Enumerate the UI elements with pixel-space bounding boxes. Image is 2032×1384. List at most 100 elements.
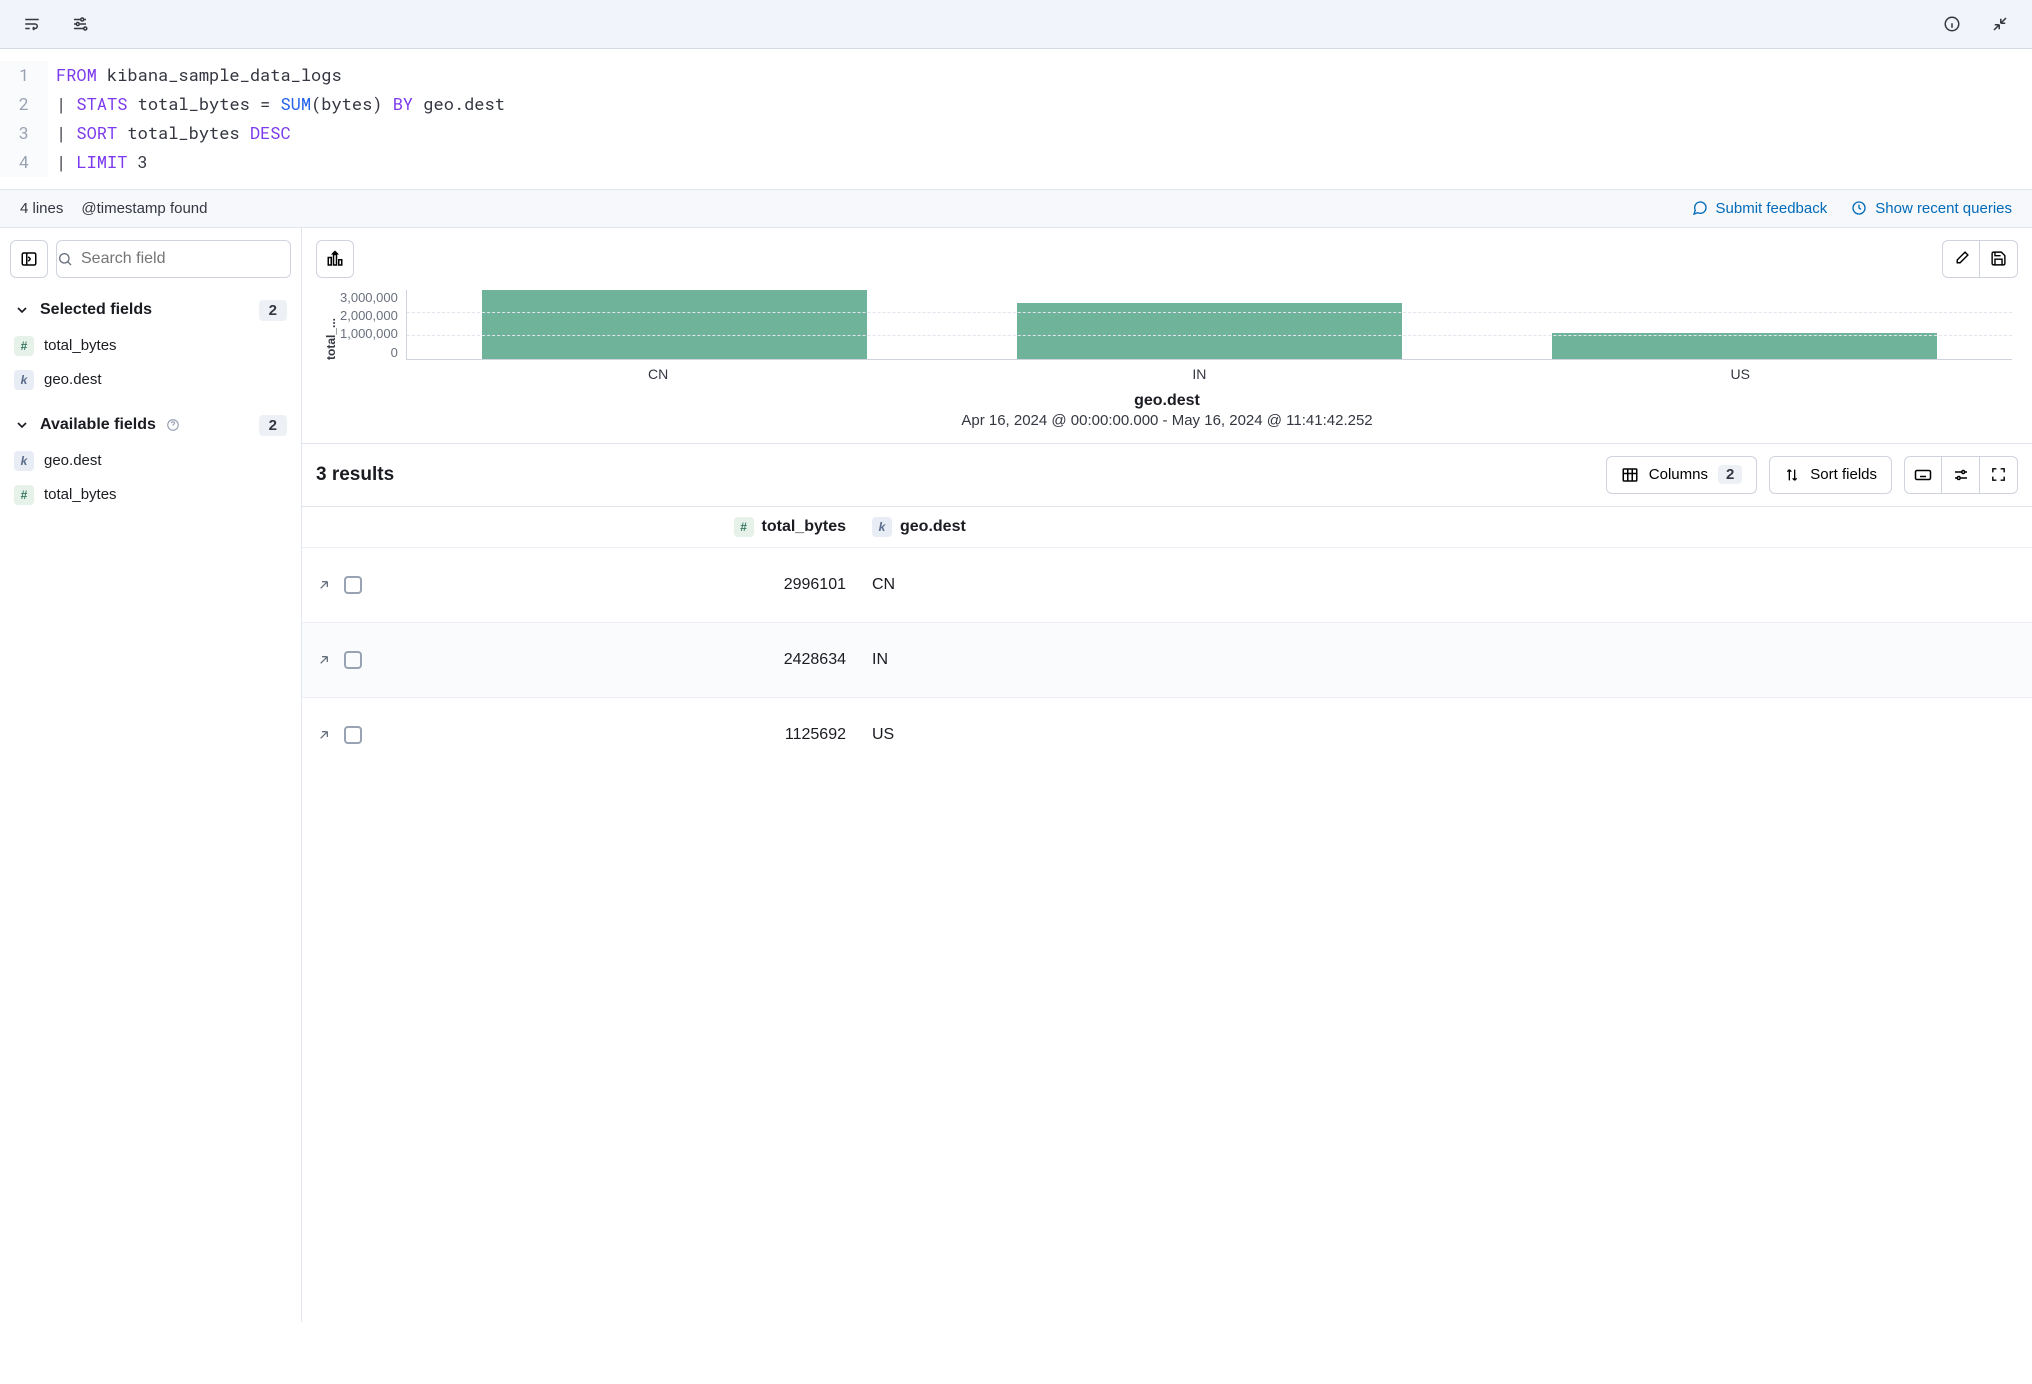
code-content: | LIMIT 3 [48,148,148,177]
sliders-icon [71,15,89,33]
field-item[interactable]: k geo.dest [10,444,291,478]
timestamp-status: @timestamp found [81,200,207,217]
cell-geo-dest: US [866,726,2018,744]
pencil-icon [1953,250,1970,267]
column-header-total-bytes[interactable]: # total_bytes [376,517,866,537]
row-checkbox[interactable] [344,576,362,594]
display-options-button[interactable] [1942,456,1980,494]
chat-icon [1692,200,1708,216]
code-content: | STATS total_bytes = SUM(bytes) BY geo.… [48,90,505,119]
editor-status-bar: 4 lines @timestamp found Submit feedback… [0,190,2032,228]
code-line[interactable]: 2| STATS total_bytes = SUM(bytes) BY geo… [0,90,2032,119]
cell-geo-dest: IN [866,651,2018,669]
field-name: geo.dest [44,452,102,469]
editor-toolbar-left [16,8,96,40]
code-line[interactable]: 4| LIMIT 3 [0,148,2032,177]
chart-bar[interactable] [1552,333,1937,359]
clock-icon [1851,200,1867,216]
columns-button[interactable]: Columns 2 [1606,456,1758,494]
panel-collapse-icon [20,250,38,268]
chart-plot[interactable] [406,290,2012,360]
row-checkbox[interactable] [344,651,362,669]
chevron-down-icon [14,302,30,318]
code-content: | SORT total_bytes DESC [48,119,291,148]
field-item[interactable]: # total_bytes [10,329,291,363]
chevron-down-icon [14,417,30,433]
save-icon [1990,250,2007,267]
save-visualization-button[interactable] [1980,240,2018,278]
info-icon [1943,15,1961,33]
chart-time-range: Apr 16, 2024 @ 00:00:00.000 - May 16, 20… [322,412,2012,439]
table-row: 1125692US [302,697,2032,772]
selected-fields-title: Selected fields [40,301,152,319]
chart-bar[interactable] [1017,303,1402,359]
search-icon [57,251,73,267]
keyboard-icon [1914,466,1932,484]
column-header-label: geo.dest [900,518,966,536]
available-fields-header[interactable]: Available fields 2 [10,407,291,444]
line-count: 4 lines [20,200,63,217]
sidebar-top: 0 [10,240,291,278]
field-name: total_bytes [44,337,117,354]
line-number: 3 [0,119,48,148]
chart: total_... 3,000,0002,000,0001,000,0000 C… [302,290,2032,443]
code-line[interactable]: 3| SORT total_bytes DESC [0,119,2032,148]
x-tick: IN [1192,366,1206,382]
status-left: 4 lines @timestamp found [20,200,207,217]
help-icon[interactable] [166,418,180,432]
content-area: total_... 3,000,0002,000,0001,000,0000 C… [302,228,2032,1322]
line-number: 2 [0,90,48,119]
recent-queries-label: Show recent queries [1875,200,2012,217]
field-item[interactable]: kgeo.dest [10,363,291,397]
fields-sidebar: 0 Selected fields 2 # total_bytesk geo.des… [0,228,302,1322]
wrap-lines-button[interactable] [16,8,48,40]
search-input[interactable] [73,241,291,277]
field-item[interactable]: #total_bytes [10,478,291,512]
expand-row-button[interactable] [316,727,332,743]
table-icon [1621,466,1639,484]
columns-label: Columns [1649,466,1708,483]
keyword-type-icon: k [872,517,892,537]
collapse-editor-button[interactable] [1984,8,2016,40]
fullscreen-icon [1990,466,2007,483]
x-tick: US [1730,366,1749,382]
expand-row-button[interactable] [316,577,332,593]
main-area: 0 Selected fields 2 # total_bytesk geo.des… [0,228,2032,1322]
chart-bar[interactable] [482,290,867,359]
selected-fields-header[interactable]: Selected fields 2 [10,292,291,329]
cell-total-bytes: 2996101 [376,576,866,594]
keyword-type-icon: k [14,451,34,471]
y-axis-label: total_... [322,290,340,360]
info-button[interactable] [1936,8,1968,40]
hide-chart-button[interactable] [316,240,354,278]
submit-feedback-link[interactable]: Submit feedback [1692,200,1828,217]
wrap-icon [23,15,41,33]
cell-geo-dest: CN [866,576,2018,594]
sliders-icon [1952,466,1970,484]
code-line[interactable]: 1FROM kibana_sample_data_logs [0,61,2032,90]
query-editor[interactable]: 1FROM kibana_sample_data_logs2| STATS to… [0,49,2032,190]
fullscreen-button[interactable] [1980,456,2018,494]
edit-visualization-button[interactable] [1942,240,1980,278]
collapse-sidebar-button[interactable] [10,240,48,278]
field-name: geo.dest [44,371,102,388]
x-axis-title: geo.dest [322,382,2012,412]
number-type-icon: # [734,517,754,537]
table-row: 2996101CN [302,547,2032,622]
code-content: FROM kibana_sample_data_logs [48,61,342,90]
sort-fields-button[interactable]: Sort fields [1769,456,1892,494]
columns-count: 2 [1718,465,1742,484]
expand-row-button[interactable] [316,652,332,668]
row-checkbox[interactable] [344,726,362,744]
line-number: 1 [0,61,48,90]
column-header-geo-dest[interactable]: k geo.dest [866,517,2018,537]
keyboard-shortcuts-button[interactable] [1904,456,1942,494]
settings-sliders-button[interactable] [64,8,96,40]
field-search[interactable]: 0 [56,240,291,278]
collapse-icon [1991,15,2009,33]
available-fields-list: k geo.dest #total_bytes [10,444,291,512]
recent-queries-link[interactable]: Show recent queries [1851,200,2012,217]
editor-toolbar [0,0,2032,49]
line-number: 4 [0,148,48,177]
number-type-icon: # [14,336,34,356]
